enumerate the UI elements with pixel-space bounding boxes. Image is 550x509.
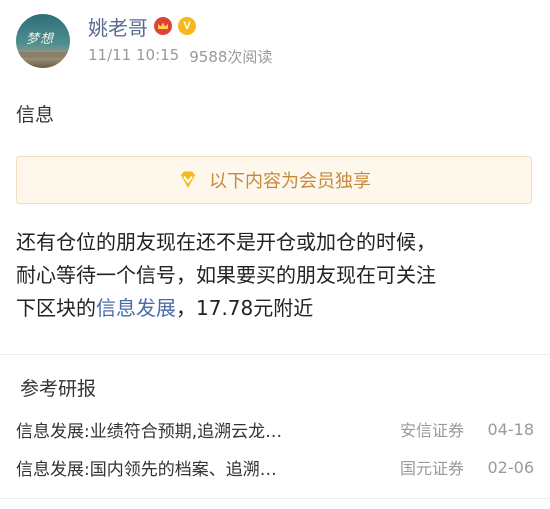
- post-body-line-3-prefix: 下区块的: [16, 296, 96, 320]
- research-item-title: 信息发展:业绩符合预期,追溯云龙…: [16, 421, 283, 442]
- post-meta: 11/11 10:15 9588次阅读: [88, 46, 272, 67]
- research-item[interactable]: 信息发展:国内领先的档案、追溯… 国元证券 02-06: [16, 452, 534, 482]
- research-item-source: 安信证券: [400, 421, 465, 440]
- vip-diamond-icon: [181, 171, 195, 188]
- avatar-calligraphy: 梦想: [26, 32, 55, 47]
- member-only-banner[interactable]: 以下内容为会员独享: [16, 156, 532, 204]
- v-verified-icon: V: [178, 17, 196, 35]
- post-body-line-3: 下区块的信息发展，17.78元附近: [16, 292, 536, 325]
- post-body-line-1: 还有仓位的朋友现在还不是开仓或加仓的时候，: [16, 230, 436, 254]
- post-timestamp: 11/11 10:15: [88, 46, 180, 64]
- stock-link[interactable]: 信息发展: [96, 296, 176, 320]
- post-body-line-2: 耐心等待一个信号，如果要买的朋友现在可关注: [16, 263, 436, 287]
- research-item-date: 04-18: [487, 419, 535, 439]
- research-item-date: 02-06: [487, 457, 535, 477]
- author-avatar[interactable]: 梦想: [16, 14, 70, 68]
- research-item-title: 信息发展:国内领先的档案、追溯…: [16, 459, 277, 480]
- avatar-landscape-stripe: [16, 52, 70, 58]
- bottom-divider: [0, 498, 550, 499]
- member-notice-text: 以下内容为会员独享: [209, 171, 371, 192]
- post-section-label: 信息: [16, 104, 55, 126]
- crown-icon: [154, 17, 172, 35]
- author-name[interactable]: 姚老哥: [88, 12, 148, 41]
- research-section-title: 参考研报: [20, 378, 97, 400]
- research-item[interactable]: 信息发展:业绩符合预期,追溯云龙… 安信证券 04-18: [16, 414, 534, 444]
- post-body-line-3-suffix: ，17.78元附近: [176, 296, 314, 320]
- post-body: 还有仓位的朋友现在还不是开仓或加仓的时候， 耐心等待一个信号，如果要买的朋友现在…: [16, 226, 536, 325]
- author-row: 姚老哥 V: [88, 12, 196, 40]
- section-divider: [0, 354, 550, 355]
- post-view-count: 9588次阅读: [189, 48, 273, 66]
- research-item-source: 国元证券: [400, 459, 465, 478]
